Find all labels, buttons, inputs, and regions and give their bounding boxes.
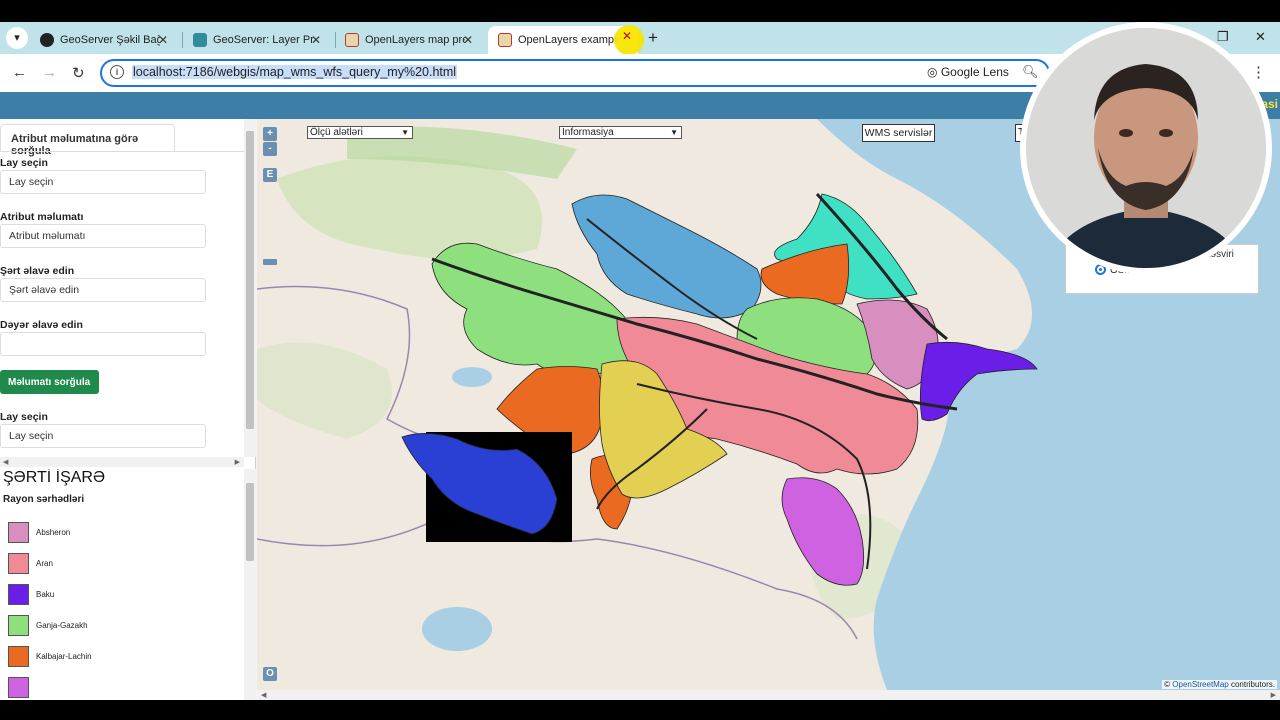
query-panel-horizontal-scrollbar[interactable]: ◀ ▶ [0, 457, 244, 467]
tab-close-icon[interactable]: ✕ [463, 33, 473, 47]
tab-title: OpenLayers map pre [365, 34, 465, 46]
attribute-query-panel: Atribut məlumatına görə sorğula Lay seçi… [0, 119, 244, 459]
scrollbar-thumb[interactable] [246, 483, 254, 561]
map-attribution: © OpenStreetMap contributors. [1162, 680, 1277, 689]
tab-close-icon[interactable]: ✕ [158, 33, 168, 47]
legend-item: Baku [8, 584, 208, 606]
condition-label: Şərt əlavə edin [0, 265, 75, 277]
legend-item: Ganja-Gazakh [8, 615, 208, 637]
legend-panel: ŞƏRTİ İŞARƏ Rayon sərhədləri Absheron Ar… [0, 469, 256, 700]
tab-title: GeoServer: Layer Pre [213, 34, 313, 46]
legend-swatch [8, 646, 29, 667]
new-tab-button[interactable]: + [648, 28, 658, 48]
scrollbar-thumb[interactable] [246, 131, 254, 429]
tab-search-button[interactable]: ▾ [6, 27, 28, 49]
lake-urmia [422, 607, 492, 651]
measure-tools-value: Ölçü alətləri [310, 127, 363, 138]
tab-title: OpenLayers example [518, 34, 618, 46]
legend-swatch [8, 553, 29, 574]
presenter-silhouette [1026, 28, 1266, 268]
tab-title: GeoServer Şəkil Bağl [60, 34, 160, 46]
wms-services-button[interactable]: WMS servislər [862, 124, 935, 142]
lens-label: Google Lens [940, 65, 1009, 79]
layer-select-input[interactable]: Lay seçin [0, 170, 206, 194]
layer-select-input-2[interactable]: Lay seçin [0, 424, 206, 448]
zoom-out-button[interactable]: - [263, 142, 277, 156]
tab-openlayers-map-preview[interactable]: OpenLayers map pre ✕ [335, 26, 485, 54]
information-select[interactable]: İnformasiya ▼ [559, 126, 682, 139]
lake-sevan [452, 367, 492, 387]
osm-link[interactable]: OpenStreetMap [1172, 680, 1228, 689]
legend-swatch [8, 584, 29, 605]
presenter-eye [1159, 129, 1173, 137]
reload-icon[interactable]: ↻ [72, 64, 85, 82]
value-input[interactable] [0, 332, 206, 356]
scroll-left-icon[interactable]: ◀ [3, 458, 8, 466]
legend-subtitle: Rayon sərhədləri [3, 494, 85, 505]
legend-item: Absheron [8, 522, 208, 544]
layer-select-label-2: Lay seçin [0, 411, 48, 423]
legend-title: ŞƏRTİ İŞARƏ [3, 469, 106, 486]
presenter-video [1026, 28, 1266, 268]
geoserver-favicon-icon [40, 33, 54, 47]
screen-frame: ▾ GeoServer Şəkil Bağl ✕ GeoServer: Laye… [0, 0, 1280, 720]
scroll-right-icon[interactable]: ▶ [1271, 691, 1276, 699]
map-horizontal-scrollbar[interactable]: ◀ ▶ [257, 690, 1280, 700]
attribute-label: Atribut məlumatı [0, 211, 84, 223]
legend-scrollbar[interactable] [244, 469, 256, 700]
tab-geoserver-layer[interactable]: GeoServer: Layer Pre ✕ [183, 26, 333, 54]
presenter-eye [1119, 129, 1133, 137]
legend-swatch [8, 615, 29, 636]
legend-swatch [8, 677, 29, 698]
lens-icon: ◎ [927, 65, 941, 79]
chevron-down-icon: ▼ [670, 128, 678, 137]
condition-input[interactable]: Şərt əlavə edin [0, 278, 206, 302]
value-label: Dəyər əlavə edin [0, 319, 83, 331]
legend-item-label: Absheron [36, 528, 71, 537]
query-panel-scrollbar[interactable] [244, 119, 256, 457]
legend-item-label: Aran [36, 559, 53, 568]
zoom-icon[interactable]: 🔍︎ [1022, 64, 1039, 80]
overview-button[interactable]: O [263, 667, 277, 681]
chevron-down-icon: ▼ [401, 128, 409, 137]
zoom-in-button[interactable]: + [263, 127, 277, 141]
left-panel: Atribut məlumatına görə sorğula Lay seçi… [0, 119, 256, 700]
tab-underline [0, 151, 244, 152]
attribute-input[interactable]: Atribut məlumatı [0, 224, 206, 248]
information-value: İnformasiya [562, 127, 614, 138]
legend-item [8, 677, 208, 699]
tab-attribute-query[interactable]: Atribut məlumatına görə sorğula [0, 124, 175, 157]
legend-item-label: Ganja-Gazakh [36, 621, 88, 630]
tab-close-icon[interactable]: ✕ [622, 29, 632, 43]
measure-tools-select[interactable]: Ölçü alətləri ▼ [307, 126, 413, 139]
map-favicon-icon [345, 33, 359, 47]
back-icon[interactable]: ← [12, 64, 27, 81]
zoom-slider-handle[interactable] [263, 259, 277, 265]
site-info-icon[interactable]: i [110, 65, 124, 79]
address-bar[interactable]: i localhost:7186/webgis/map_wms_wfs_quer… [100, 59, 1050, 87]
extent-button[interactable]: E [263, 168, 277, 182]
legend-swatch [8, 522, 29, 543]
close-window-icon[interactable]: ✕ [1255, 29, 1266, 45]
browser-menu-icon[interactable]: ⋮ [1251, 63, 1266, 81]
legend-item-label: Kalbajar-Lachin [36, 652, 92, 661]
webcam-overlay [1020, 22, 1272, 274]
url-text[interactable]: localhost:7186/webgis/map_wms_wfs_query_… [132, 65, 458, 79]
legend-item-label: Baku [36, 590, 55, 599]
tab-close-icon[interactable]: ✕ [311, 33, 321, 47]
geoserver-favicon-icon [193, 33, 207, 47]
forward-icon[interactable]: → [42, 64, 57, 81]
map-favicon-icon [498, 33, 512, 47]
scroll-left-icon[interactable]: ◀ [261, 691, 266, 699]
scroll-right-icon[interactable]: ▶ [235, 458, 240, 466]
tab-geoserver-image[interactable]: GeoServer Şəkil Bağl ✕ [30, 26, 180, 54]
legend-item: Kalbajar-Lachin [8, 646, 208, 668]
google-lens-button[interactable]: ◎ Google Lens [927, 65, 1009, 79]
query-button[interactable]: Məlumatı sorğula [0, 370, 99, 394]
restore-window-icon[interactable]: ❐ [1217, 29, 1229, 45]
layer-select-label: Lay seçin [0, 157, 48, 169]
attribution-suffix: contributors. [1228, 680, 1275, 689]
legend-item: Aran [8, 553, 208, 575]
